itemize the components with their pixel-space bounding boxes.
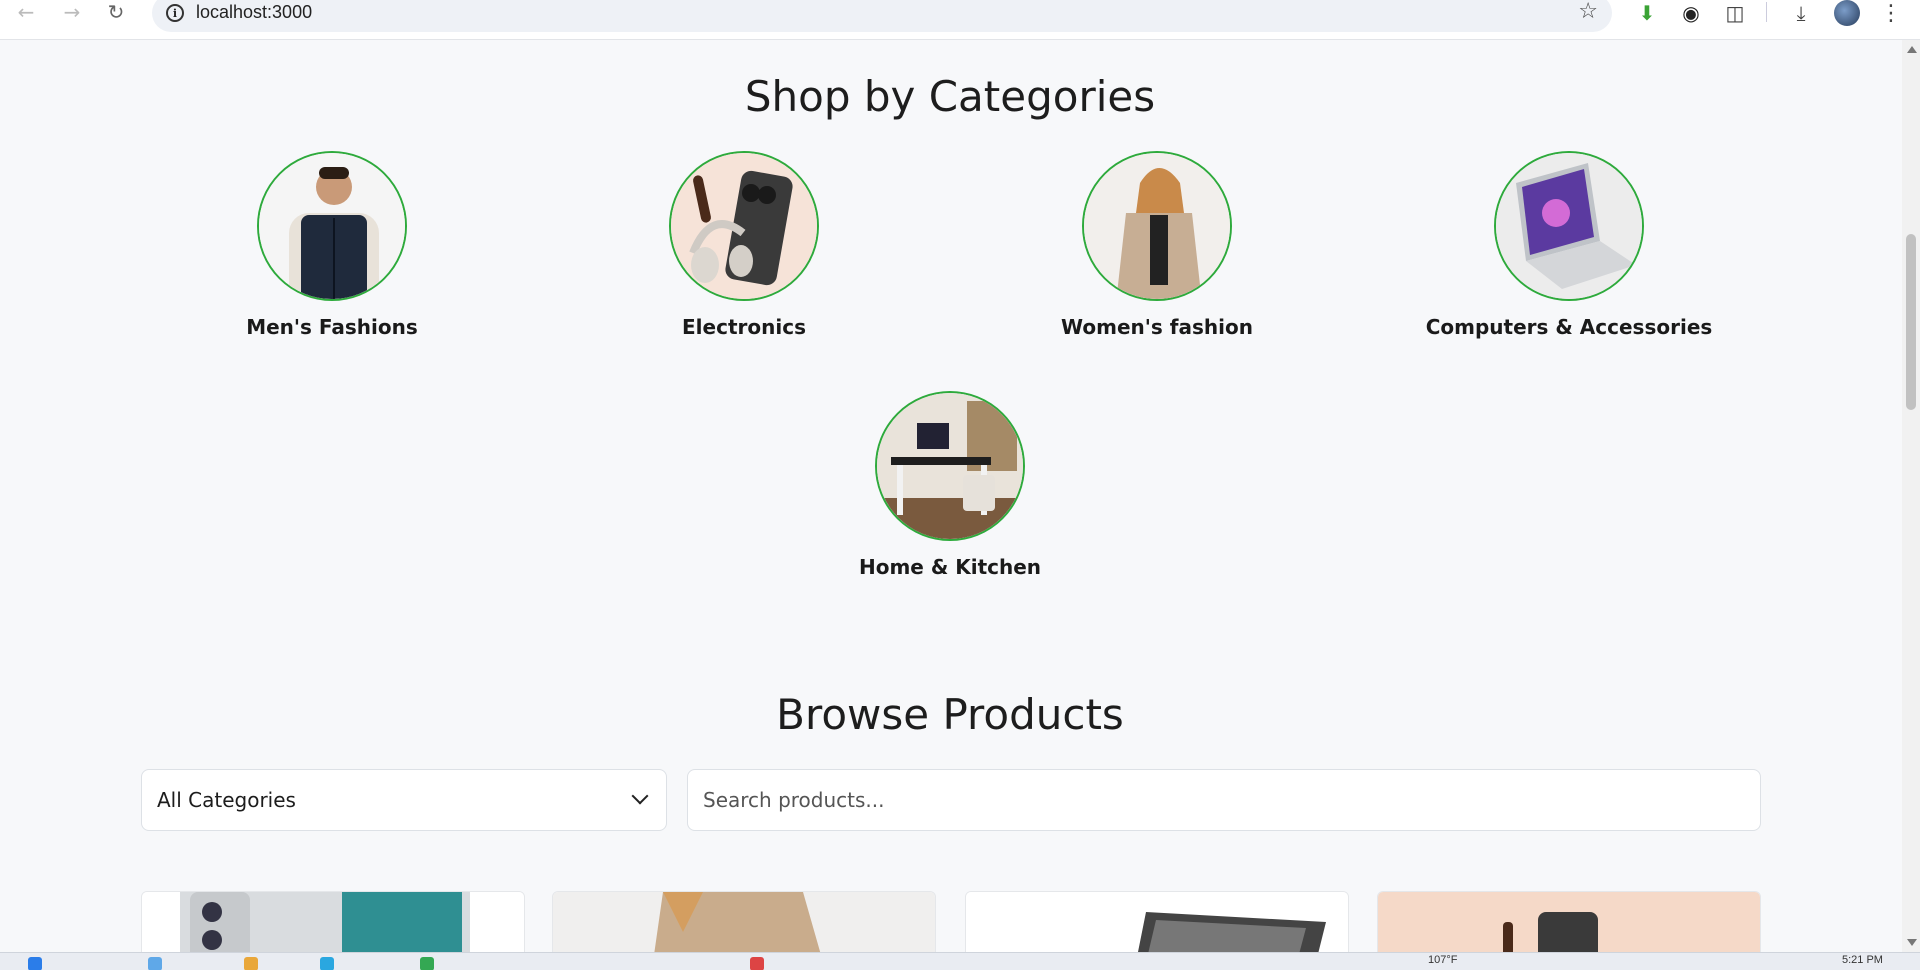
browser-toolbar: ← → ↻ i localhost:3000 ☆ ⬇ ◉ ◫ ⤓ ⋮ — [0, 0, 1920, 40]
profile-avatar[interactable] — [1832, 0, 1862, 28]
category-image-mens-fashions[interactable] — [257, 151, 407, 301]
category-label: Women's fashion — [1061, 315, 1253, 339]
reload-icon[interactable]: ↻ — [98, 0, 134, 24]
taskbar-app-icon[interactable] — [244, 957, 258, 970]
extension-icon[interactable]: ◉ — [1676, 0, 1706, 28]
taskbar-app-icon[interactable] — [320, 957, 334, 970]
category-home-kitchen[interactable]: Home & Kitchen — [770, 391, 1130, 579]
weather-temp: 107°F — [1428, 954, 1458, 966]
categories-title: Shop by Categories — [744, 72, 1156, 121]
product-filters: All Categories — [141, 769, 1761, 831]
category-select-value: All Categories — [157, 788, 296, 812]
search-products-input[interactable] — [687, 769, 1761, 831]
scroll-thumb[interactable] — [1906, 234, 1916, 410]
category-womens-fashion[interactable]: Women's fashion — [977, 151, 1337, 339]
category-mens-fashions[interactable]: Men's Fashions — [152, 151, 512, 339]
category-select[interactable]: All Categories — [141, 769, 667, 831]
taskbar-app-icon[interactable] — [420, 957, 434, 970]
address-url[interactable]: localhost:3000 — [196, 2, 312, 23]
scroll-down-arrow-icon[interactable] — [1907, 939, 1917, 946]
address-bar[interactable]: i localhost:3000 ☆ — [152, 0, 1612, 32]
product-card[interactable] — [552, 891, 936, 961]
back-icon[interactable]: ← — [8, 0, 44, 24]
product-card[interactable] — [141, 891, 525, 961]
toolbar-separator — [1766, 2, 1767, 22]
page-scrollbar[interactable] — [1902, 40, 1920, 952]
site-info-icon[interactable]: i — [166, 4, 184, 22]
taskbar-app-icon[interactable] — [148, 957, 162, 970]
product-card[interactable] — [965, 891, 1349, 961]
category-label: Men's Fashions — [246, 315, 418, 339]
scroll-up-arrow-icon[interactable] — [1907, 46, 1917, 53]
extension-download-icon[interactable]: ⬇ — [1632, 0, 1662, 28]
category-electronics[interactable]: Electronics — [564, 151, 924, 339]
chevron-down-icon — [631, 787, 649, 805]
windows-start-icon[interactable] — [28, 957, 42, 970]
clock-time: 5:21 PM — [1842, 954, 1883, 966]
category-label: Home & Kitchen — [858, 555, 1042, 579]
category-image-computers-accessories[interactable] — [1494, 151, 1644, 301]
category-label: Computers & Accessories — [1425, 315, 1713, 339]
category-image-home-kitchen[interactable] — [875, 391, 1025, 541]
category-label: Electronics — [682, 315, 806, 339]
taskbar-chrome-icon[interactable] — [750, 957, 764, 970]
forward-icon[interactable]: → — [54, 0, 90, 24]
browse-products-title: Browse Products — [776, 690, 1124, 739]
extensions-puzzle-icon[interactable]: ◫ — [1720, 0, 1750, 28]
downloads-icon[interactable]: ⤓ — [1786, 0, 1816, 28]
os-taskbar: 107°F 5:21 PM — [0, 952, 1920, 970]
category-image-womens-fashion[interactable] — [1082, 151, 1232, 301]
bookmark-star-icon[interactable]: ☆ — [1578, 0, 1598, 24]
browser-menu-icon[interactable]: ⋮ — [1876, 0, 1906, 28]
category-image-electronics[interactable] — [669, 151, 819, 301]
product-card[interactable] — [1377, 891, 1761, 961]
category-computers-accessories[interactable]: Computers & Accessories — [1389, 151, 1749, 339]
